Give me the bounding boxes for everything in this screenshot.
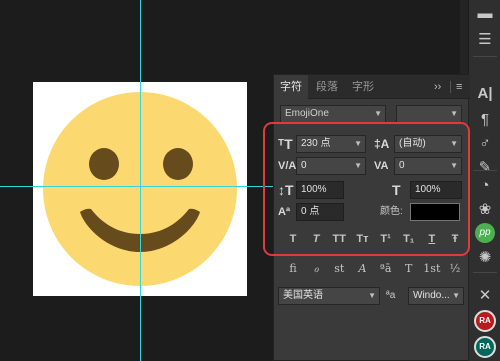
pp-badge: pp: [475, 223, 495, 243]
vertical-guide[interactable]: [140, 0, 141, 361]
language-value: 美国英语: [283, 290, 323, 301]
discretionary-ligatures-button[interactable]: ℴ: [307, 259, 325, 279]
tab-glyphs[interactable]: 字形: [346, 75, 380, 99]
antialias-select[interactable]: Windo... ▼: [408, 287, 464, 305]
contextual-alternates-button[interactable]: st: [330, 259, 348, 279]
ra-badge: RA: [474, 310, 496, 332]
sliders-icon[interactable]: ☰: [469, 26, 500, 52]
toolbar-divider: [473, 56, 497, 57]
opentype-row: fi ℴ st A ªā T 1st ½: [284, 259, 464, 279]
workspace: ▬ ☰ A| ¶ ♂ ✎ ◔ ❀ pp ✺ ✕ RA RA 字符 段落 字形 ›…: [0, 0, 500, 361]
ra-icon[interactable]: RA: [469, 334, 500, 360]
chevron-down-icon: ▼: [452, 291, 460, 300]
collapse-icon[interactable]: ››: [434, 75, 441, 99]
fractions-button[interactable]: ½: [446, 259, 464, 279]
font-family-value: EmojiOne: [285, 108, 329, 119]
ligatures-button[interactable]: fi: [284, 259, 302, 279]
paragraph-icon[interactable]: ¶: [469, 106, 500, 132]
language-select[interactable]: 美国英语 ▼: [278, 287, 380, 305]
right-toolbar: ▬ ☰ A| ¶ ♂ ✎ ◔ ❀ pp ✺ ✕ RA RA: [468, 0, 500, 361]
toolbar-divider: [473, 170, 497, 171]
glyphs-icon[interactable]: ♂: [469, 130, 500, 156]
chevron-down-icon: ▼: [450, 109, 458, 118]
ra-icon[interactable]: RA: [469, 308, 500, 334]
antialias-icon: ªa: [386, 290, 396, 301]
panel-menu-icon[interactable]: ≡: [456, 75, 462, 99]
chevron-down-icon: ▼: [368, 291, 376, 300]
antialias-value: Windo...: [413, 290, 450, 301]
pp-icon[interactable]: pp: [469, 220, 500, 246]
tools-icon[interactable]: ✕: [469, 282, 500, 308]
shutter-icon[interactable]: ✺: [469, 244, 500, 270]
toolbar-divider: [473, 272, 497, 273]
horizontal-guide[interactable]: [0, 186, 275, 187]
tab-character[interactable]: 字符: [274, 75, 308, 99]
highlight-outline: [263, 122, 470, 256]
emoji-right-eye: [163, 148, 193, 180]
adjust-icon[interactable]: ▬: [469, 0, 500, 26]
swash-button[interactable]: A: [353, 259, 371, 279]
chevron-down-icon: ▼: [374, 109, 382, 118]
plugin-icon[interactable]: ◔: [469, 172, 500, 198]
character-icon[interactable]: A|: [469, 80, 500, 106]
font-family-select[interactable]: EmojiOne ▼: [280, 105, 386, 123]
panel-ctl-divider: [450, 81, 451, 93]
stylistic-alternates-button[interactable]: ªā: [377, 259, 395, 279]
panel-tab-bar: 字符 段落 字形 ›› ≡: [274, 75, 470, 99]
emoji-left-eye: [89, 148, 119, 180]
ordinals-button[interactable]: 1st: [423, 259, 441, 279]
tab-paragraph[interactable]: 段落: [310, 75, 344, 99]
font-style-select[interactable]: ▼: [396, 105, 462, 123]
titling-alternates-button[interactable]: T: [400, 259, 418, 279]
brush-icon[interactable]: ❀: [469, 196, 500, 222]
ra-badge: RA: [474, 336, 496, 358]
